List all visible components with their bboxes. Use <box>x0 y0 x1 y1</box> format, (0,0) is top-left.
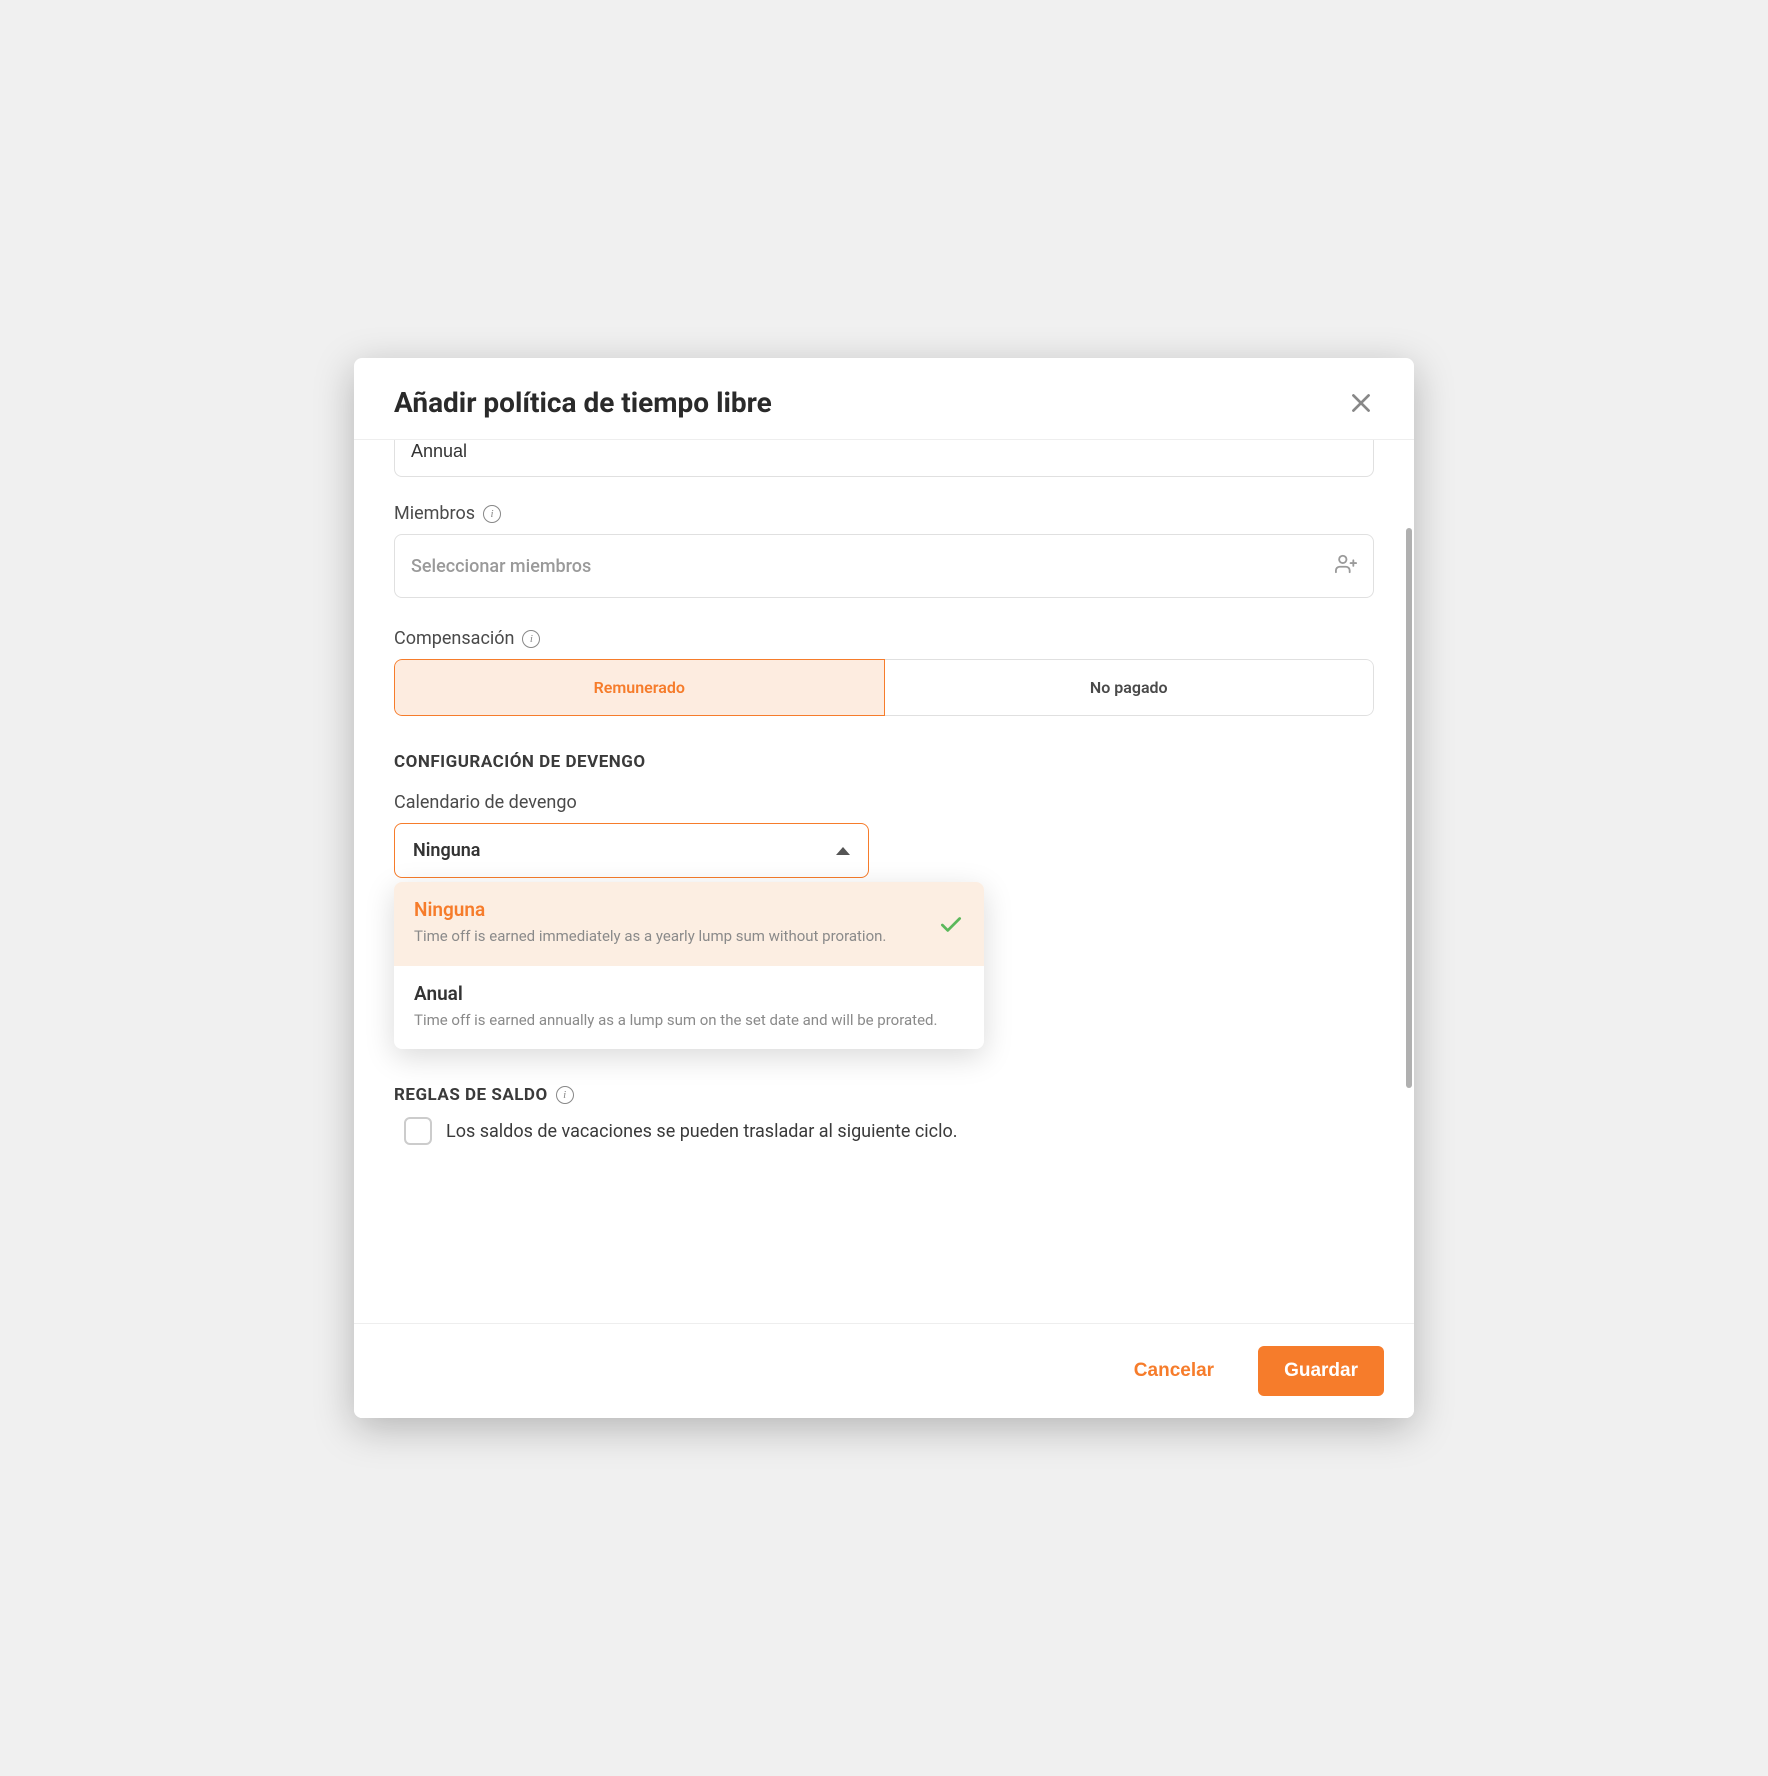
add-member-icon <box>1335 553 1357 579</box>
modal-title: Añadir política de tiempo libre <box>394 386 772 419</box>
compensation-label: Compensación <box>394 628 514 649</box>
info-icon[interactable]: i <box>483 505 501 523</box>
compensation-paid-option[interactable]: Remunerado <box>394 659 885 716</box>
save-button[interactable]: Guardar <box>1258 1346 1384 1396</box>
members-label-row: Miembros i <box>394 503 1374 524</box>
compensation-unpaid-option[interactable]: No pagado <box>885 659 1375 716</box>
close-button[interactable] <box>1348 390 1374 416</box>
accrual-option-anual[interactable]: Anual Time off is earned annually as a l… <box>394 966 984 1050</box>
accrual-heading: CONFIGURACIÓN DE DEVENGO <box>394 752 1374 772</box>
add-policy-modal: Añadir política de tiempo libre Miembros… <box>354 358 1414 1418</box>
policy-name-input[interactable] <box>394 440 1374 477</box>
option-title: Ninguna <box>414 898 886 921</box>
balance-rules-section: REGLAS DE SALDO i Los saldos de vacacion… <box>394 1085 1374 1145</box>
caret-up-icon <box>836 847 850 855</box>
carry-over-label: Los saldos de vacaciones se pueden trasl… <box>446 1121 957 1142</box>
accrual-selected-value: Ninguna <box>413 840 480 861</box>
modal-footer: Cancelar Guardar <box>354 1323 1414 1418</box>
option-title: Anual <box>414 982 937 1005</box>
cancel-button[interactable]: Cancelar <box>1108 1346 1240 1396</box>
carry-over-checkbox[interactable] <box>404 1117 432 1145</box>
carry-over-row: Los saldos de vacaciones se pueden trasl… <box>394 1117 1374 1145</box>
option-desc: Time off is earned annually as a lump su… <box>414 1009 937 1032</box>
members-label: Miembros <box>394 503 475 524</box>
accrual-option-ninguna[interactable]: Ninguna Time off is earned immediately a… <box>394 882 984 966</box>
accrual-dropdown: Ninguna Time off is earned immediately a… <box>394 882 984 1049</box>
info-icon[interactable]: i <box>522 630 540 648</box>
compensation-toggle: Remunerado No pagado <box>394 659 1374 716</box>
option-desc: Time off is earned immediately as a year… <box>414 925 886 948</box>
scrollbar-thumb[interactable] <box>1406 528 1412 1088</box>
balance-heading: REGLAS DE SALDO <box>394 1085 548 1105</box>
accrual-calendar-label: Calendario de devengo <box>394 792 1374 813</box>
close-icon <box>1348 390 1374 416</box>
compensation-label-row: Compensación i <box>394 628 1374 649</box>
modal-body: Miembros i Seleccionar miembros Compensa… <box>354 440 1414 1323</box>
info-icon[interactable]: i <box>556 1086 574 1104</box>
modal-header: Añadir política de tiempo libre <box>354 358 1414 440</box>
accrual-calendar-select[interactable]: Ninguna <box>394 823 869 878</box>
check-icon <box>938 912 964 942</box>
balance-heading-row: REGLAS DE SALDO i <box>394 1085 1374 1105</box>
members-select[interactable]: Seleccionar miembros <box>394 534 1374 598</box>
members-placeholder: Seleccionar miembros <box>411 556 591 577</box>
